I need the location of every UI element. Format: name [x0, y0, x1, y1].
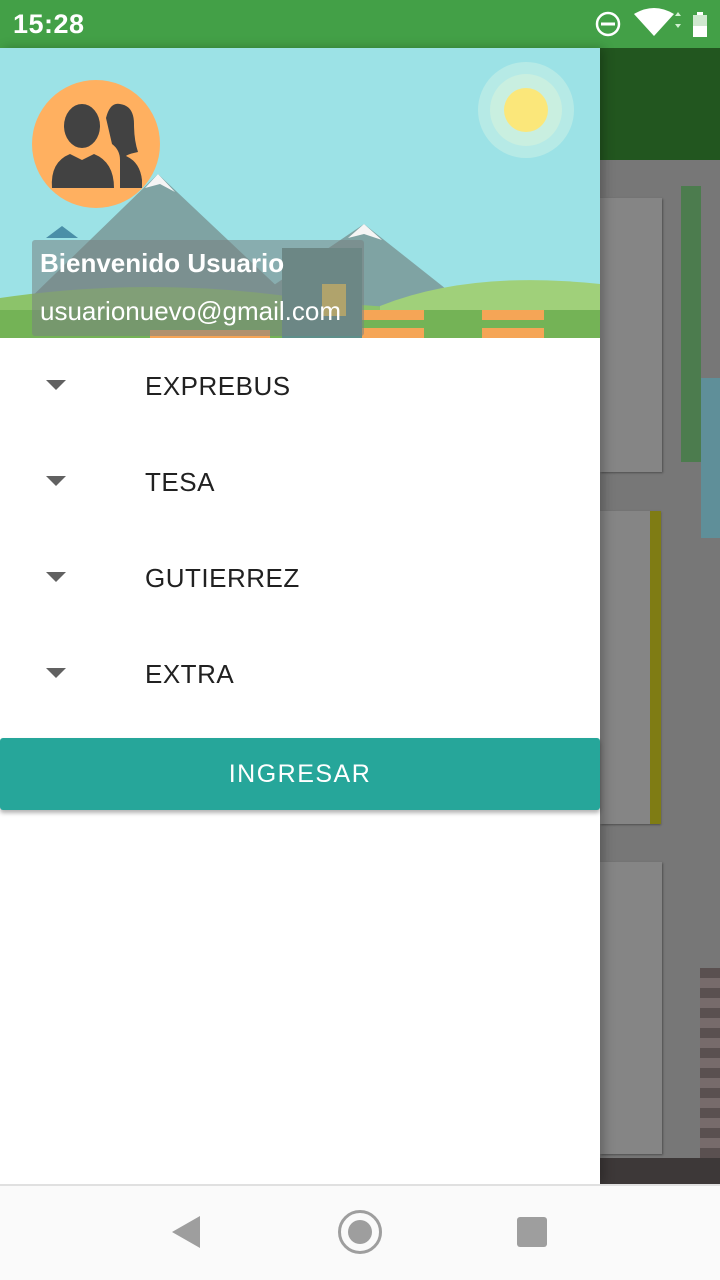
user-info: Bienvenido Usuario usuarionuevo@gmail.co… [32, 240, 364, 336]
status-time: 15:28 [13, 9, 85, 39]
menu-item-label: EXTRA [145, 659, 235, 689]
battery-icon [693, 12, 707, 37]
user-email: usuarionuevo@gmail.com [40, 296, 341, 326]
ingresar-button[interactable]: INGRESAR [0, 738, 600, 810]
avatar[interactable] [32, 80, 160, 208]
menu-item-label: EXPREBUS [145, 371, 291, 401]
background-building [700, 968, 720, 1158]
users-icon [51, 103, 142, 188]
background-app [600, 48, 720, 1184]
drawer-header: Bienvenido Usuario usuarionuevo@gmail.co… [0, 48, 600, 338]
menu-item-gutierrez[interactable]: GUTIERREZ [0, 530, 600, 626]
home-icon-inner [348, 1220, 372, 1244]
dnd-icon [595, 11, 621, 37]
chevron-down-icon [46, 668, 66, 678]
background-toolbar [600, 48, 720, 160]
bench-shape [482, 310, 544, 320]
chevron-down-icon [46, 476, 66, 486]
drawer-menu: EXPREBUS TESA GUTIERREZ EXTRA [0, 338, 600, 722]
chevron-down-icon [46, 572, 66, 582]
status-icons [580, 0, 720, 48]
navigation-bar [0, 1184, 720, 1280]
back-icon[interactable] [172, 1216, 200, 1248]
user-greeting: Bienvenido Usuario [40, 248, 285, 278]
menu-item-tesa[interactable]: TESA [0, 434, 600, 530]
status-bar: 15:28 [0, 0, 720, 48]
home-icon[interactable] [338, 1210, 382, 1254]
menu-item-exprebus[interactable]: EXPREBUS [0, 338, 600, 434]
background-stripe [701, 378, 720, 538]
background-card [600, 862, 662, 1154]
menu-item-label: TESA [145, 467, 215, 497]
bench-shape [362, 310, 424, 320]
bench-shape [482, 328, 544, 338]
background-ground [600, 1158, 720, 1184]
menu-item-label: GUTIERREZ [145, 563, 300, 593]
sun-icon [504, 88, 548, 132]
background-stripe [650, 511, 661, 824]
background-stripe [681, 186, 701, 462]
wifi-icon [634, 8, 681, 36]
menu-item-extra[interactable]: EXTRA [0, 626, 600, 722]
navigation-drawer: Bienvenido Usuario usuarionuevo@gmail.co… [0, 48, 600, 1184]
recent-apps-icon[interactable] [517, 1217, 547, 1247]
background-card [600, 198, 662, 472]
chevron-down-icon [46, 380, 66, 390]
bench-shape [362, 328, 424, 338]
